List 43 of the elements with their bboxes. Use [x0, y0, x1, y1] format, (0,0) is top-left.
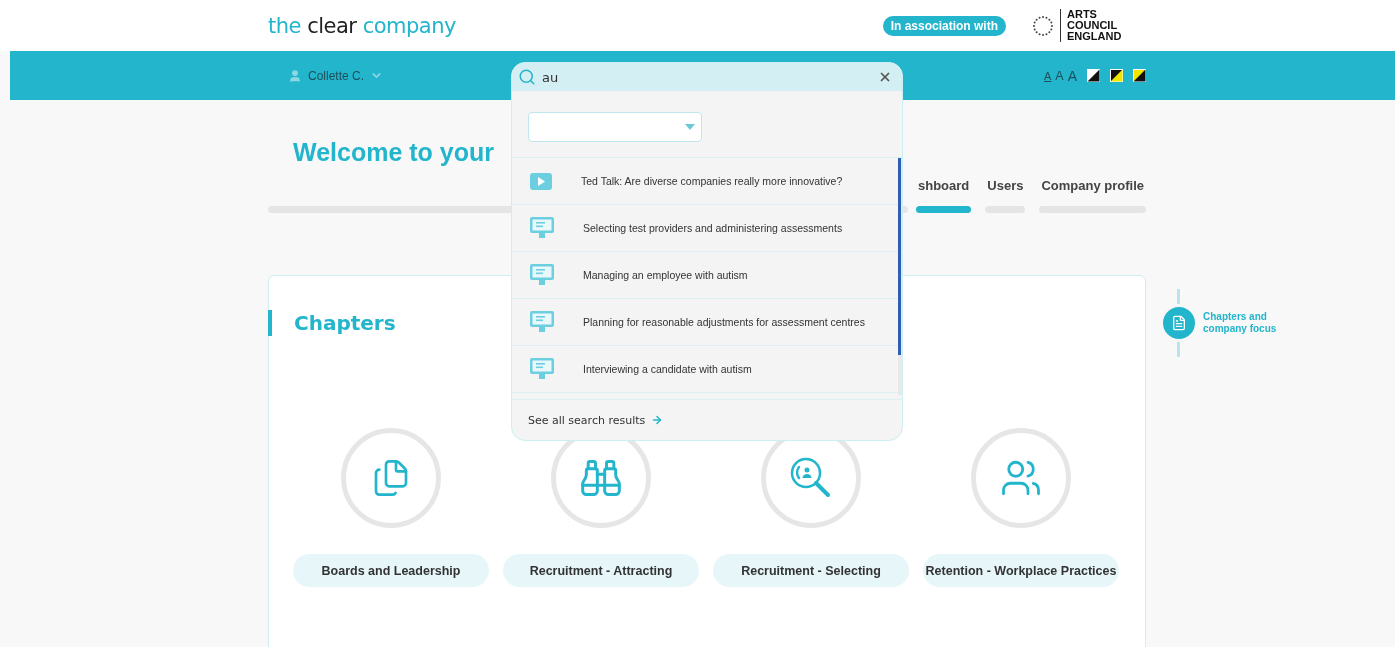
search-result[interactable]: Interviewing a candidate with autism [512, 346, 898, 393]
text-size-button[interactable]: A [1055, 68, 1064, 83]
search-bar[interactable]: au [512, 63, 902, 91]
monitor-icon [530, 358, 554, 380]
search-icon [518, 68, 536, 86]
monitor-icon [530, 311, 554, 333]
contrast-toggle-icon[interactable] [1133, 69, 1146, 82]
side-nav-dot[interactable] [1163, 307, 1195, 339]
search-result[interactable]: Managing an employee with autism [512, 252, 898, 299]
chapter-icon-circle[interactable] [341, 428, 441, 528]
chapter-button[interactable]: Recruitment - Selecting [713, 554, 909, 587]
tab[interactable]: Users [985, 178, 1026, 213]
monitor-icon [530, 264, 554, 286]
search-field[interactable]: au [542, 69, 872, 85]
chapter-button[interactable]: Retention - Workplace Practices [923, 554, 1119, 587]
arrow-right-icon [651, 414, 664, 426]
scrollbar[interactable] [898, 158, 902, 395]
user-icon [288, 68, 302, 83]
chapter-icon-circle[interactable] [971, 428, 1071, 528]
contrast-toggle-icon[interactable] [1110, 69, 1123, 82]
tab[interactable]: shboard [916, 178, 972, 213]
search-result[interactable]: Planning for reasonable adjustments for assessment centres [512, 299, 898, 346]
page-title: Welcome to your [293, 138, 495, 168]
company-logo[interactable]: the clear company [268, 13, 456, 38]
chapter-button[interactable]: Boards and Leadership [293, 554, 489, 587]
close-button[interactable] [878, 70, 892, 84]
see-all-link[interactable]: See all search results [512, 399, 902, 440]
text-size-button[interactable]: A [1043, 69, 1052, 82]
association-badge: In association with [882, 15, 1006, 36]
dotted-circle-icon [1032, 14, 1054, 37]
caret-icon [685, 124, 695, 130]
search-result[interactable]: Selecting test providers and administering assessments [512, 205, 898, 252]
document-icon [1171, 315, 1187, 331]
search-result[interactable]: Ted Talk: Are diverse companies really more innovative? [512, 158, 898, 205]
partner-logo-text: ARTS COUNCIL ENGLAND [1060, 9, 1146, 42]
text-size-button[interactable]: A [1067, 67, 1077, 84]
user-menu-button[interactable]: Collette C. [268, 68, 384, 83]
chapter-button[interactable]: Recruitment - Attracting [503, 554, 699, 587]
contrast-toggle-icon[interactable] [1087, 69, 1100, 82]
monitor-icon [530, 217, 554, 239]
filter-select[interactable] [528, 112, 702, 142]
play-icon [530, 172, 552, 190]
tab[interactable]: Company profile [1039, 178, 1146, 213]
